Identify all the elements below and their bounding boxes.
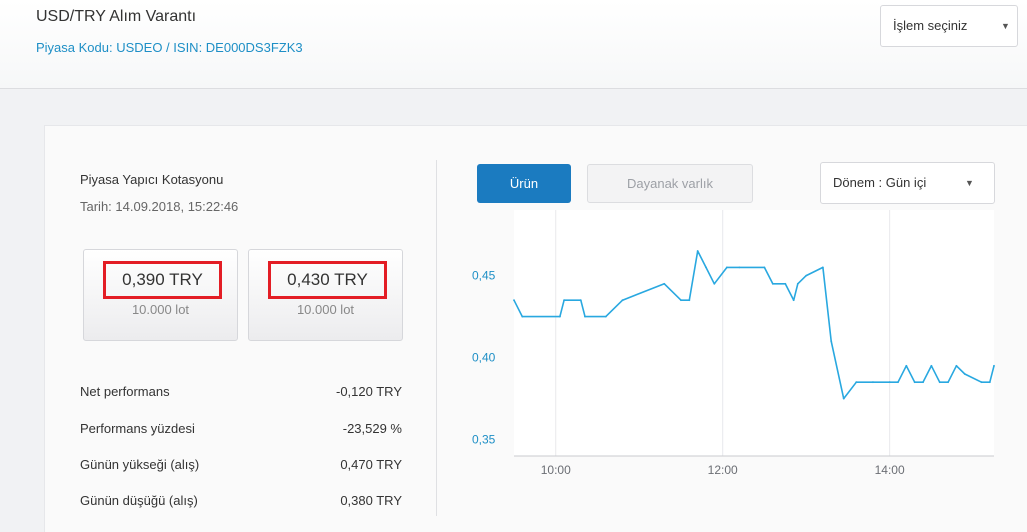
y-tick-label: 0,35	[472, 433, 496, 447]
data-point	[604, 315, 607, 318]
data-point	[725, 266, 728, 269]
data-point	[584, 315, 586, 318]
period-select-label: Dönem : Gün içi	[833, 175, 927, 190]
stat-label: Performans yüzdesi	[80, 421, 195, 436]
data-point	[663, 282, 666, 285]
data-point	[513, 299, 515, 302]
data-point	[963, 373, 966, 375]
caret-down-icon: ▼	[1001, 21, 1010, 31]
data-point	[792, 299, 795, 302]
ask-price: 0,430 TRY	[268, 261, 387, 299]
data-point	[897, 381, 899, 384]
data-point	[938, 381, 941, 384]
bid-lot: 10.000 lot	[131, 302, 190, 317]
data-point	[713, 282, 716, 285]
x-tick-label: 10:00	[541, 463, 571, 477]
stat-row-day-low: Günün düşüğü (alış) 0,380 TRY	[80, 493, 402, 509]
data-point	[805, 274, 808, 277]
data-point	[905, 364, 908, 367]
y-tick-label: 0,45	[472, 269, 496, 283]
data-point	[993, 364, 995, 367]
data-point	[579, 299, 582, 302]
data-point	[842, 397, 845, 400]
action-select[interactable]: İşlem seçiniz ▼	[880, 5, 1018, 47]
data-point	[680, 299, 682, 302]
stat-value: 0,380 TRY	[340, 493, 402, 508]
page-title: USD/TRY Alım Varantı	[36, 8, 197, 25]
tab-underlying[interactable]: Dayanak varlık	[587, 164, 753, 203]
quote-heading: Piyasa Yapıcı Kotasyonu	[80, 172, 224, 187]
data-point	[771, 282, 774, 285]
x-tick-label: 14:00	[875, 463, 905, 477]
quote-date: Tarih: 14.09.2018, 15:22:46	[80, 199, 239, 214]
data-point	[988, 381, 991, 384]
page-header: USD/TRY Alım Varantı Piyasa Kodu: USDEO …	[0, 0, 1027, 89]
stat-label: Net performans	[80, 384, 170, 399]
x-tick-label: 12:00	[708, 463, 738, 477]
data-point	[796, 282, 799, 285]
ask-price-box: 0,430 TRY 10.000 lot	[248, 249, 403, 341]
data-point	[922, 381, 924, 384]
stat-value: 0,470 TRY	[340, 457, 402, 472]
data-point	[980, 381, 983, 384]
data-point	[521, 315, 524, 318]
data-point	[763, 266, 766, 269]
stat-row-performance-percent: Performans yüzdesi -23,529 %	[80, 421, 402, 437]
data-point	[696, 250, 699, 252]
stat-value: -0,120 TRY	[335, 384, 402, 399]
data-point	[821, 266, 824, 269]
caret-down-icon: ▼	[965, 178, 974, 188]
bid-price: 0,390 TRY	[103, 261, 222, 299]
period-select[interactable]: Dönem : Gün içi ▼	[820, 162, 995, 204]
stat-value: -23,529 %	[342, 421, 402, 436]
panel-divider	[436, 160, 437, 516]
stat-row-day-high: Günün yükseği (alış) 0,470 TRY	[80, 457, 402, 473]
data-point	[888, 381, 891, 384]
ask-lot: 10.000 lot	[296, 302, 355, 317]
data-point	[955, 364, 958, 367]
data-point	[913, 381, 916, 384]
data-point	[621, 299, 624, 302]
data-point	[559, 315, 561, 318]
data-point	[784, 282, 787, 285]
tab-product[interactable]: Ürün	[477, 164, 571, 203]
plot-area	[514, 210, 994, 456]
data-point	[738, 266, 741, 269]
data-point	[688, 299, 691, 302]
stat-label: Günün düşüğü (alış)	[80, 493, 198, 508]
action-select-label: İşlem seçiniz	[893, 18, 968, 33]
data-point	[947, 381, 949, 384]
data-point	[872, 381, 874, 384]
market-code-subtitle: Piyasa Kodu: USDEO / ISIN: DE000DS3FZK3	[36, 40, 303, 55]
bid-price-box: 0,390 TRY 10.000 lot	[83, 249, 238, 341]
data-point	[930, 364, 933, 367]
y-tick-label: 0,40	[472, 351, 496, 365]
data-point	[830, 340, 833, 343]
data-point	[705, 266, 707, 269]
stat-row-net-performance: Net performans -0,120 TRY	[80, 384, 402, 400]
data-point	[855, 381, 858, 384]
stat-label: Günün yükseği (alış)	[80, 457, 200, 472]
price-chart: 10:00 12:00 14:00 0,35 0,40 0,45	[472, 210, 995, 477]
data-point	[563, 299, 565, 302]
